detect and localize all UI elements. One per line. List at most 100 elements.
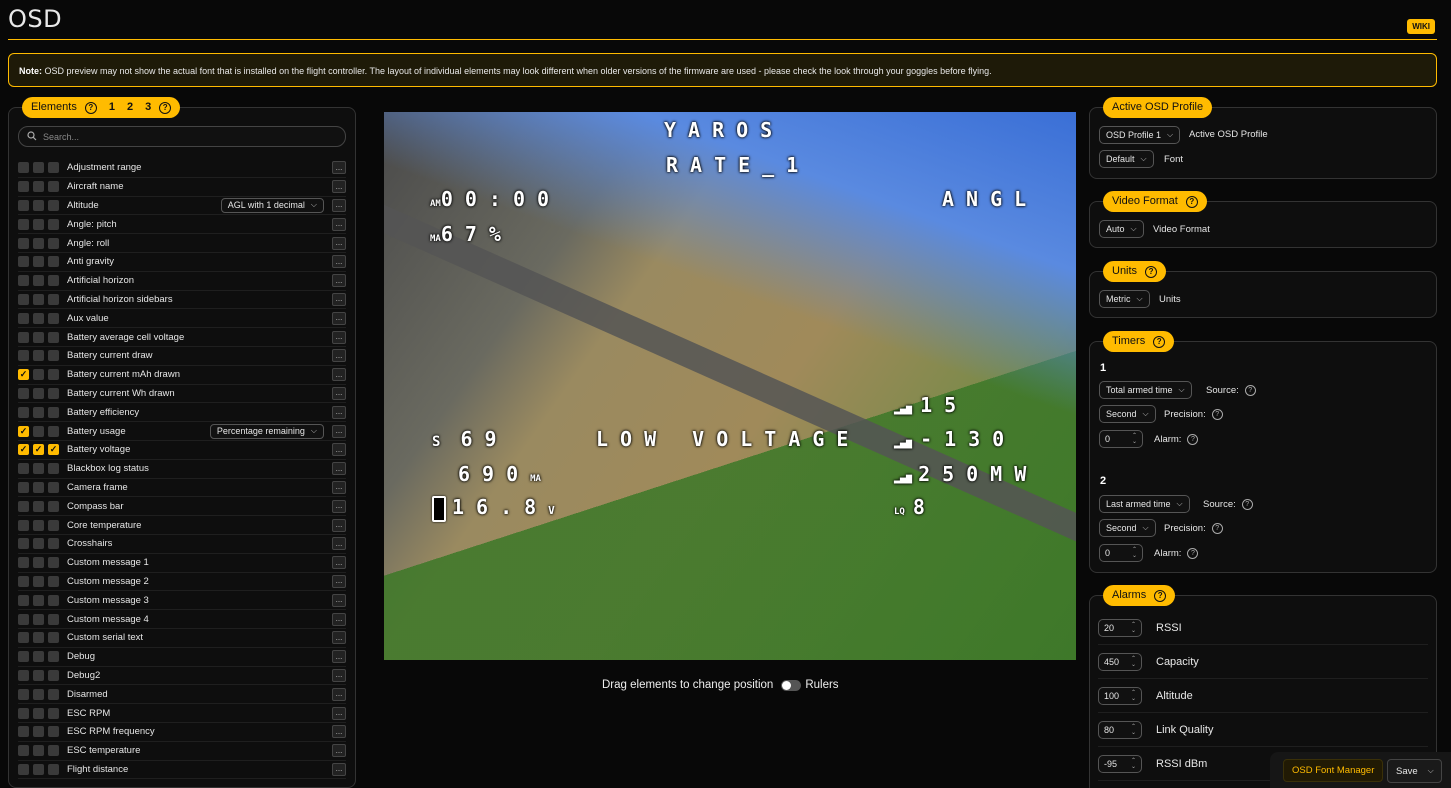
- profile-2-checkbox[interactable]: [33, 256, 44, 268]
- timer1-alarm-input[interactable]: 0 ⌃ ⌄: [1099, 430, 1143, 448]
- font-select[interactable]: Default ⌵: [1099, 150, 1154, 168]
- profile-3-checkbox[interactable]: [48, 162, 59, 174]
- element-options-button[interactable]: ...: [332, 405, 346, 419]
- profile-3-checkbox[interactable]: [48, 594, 59, 606]
- profile-2-checkbox[interactable]: [33, 481, 44, 493]
- osd-link-quality[interactable]: LQ 8: [894, 495, 937, 519]
- profile-2-checkbox[interactable]: [33, 651, 44, 663]
- profile-1-checkbox[interactable]: [18, 594, 29, 606]
- profile-3-checkbox[interactable]: [48, 613, 59, 625]
- timer1-precision-select[interactable]: Second ⌵: [1099, 405, 1156, 423]
- units-select[interactable]: Metric ⌵: [1099, 290, 1150, 308]
- profile-3-checkbox[interactable]: [48, 463, 59, 475]
- element-options-button[interactable]: ...: [332, 424, 346, 438]
- help-icon[interactable]: ?: [1244, 385, 1256, 396]
- profile-3-checkbox[interactable]: [48, 199, 59, 211]
- osd-vtx-power[interactable]: ▂▄▆ 250MW: [894, 462, 1038, 486]
- profile-2-checkbox[interactable]: [33, 500, 44, 512]
- profile-2-checkbox[interactable]: [33, 613, 44, 625]
- profile-2-checkbox[interactable]: [33, 406, 44, 418]
- element-options-button[interactable]: ...: [332, 480, 346, 494]
- profile-2-checkbox[interactable]: [33, 181, 44, 193]
- profile-1-checkbox[interactable]: [18, 669, 29, 681]
- element-options-button[interactable]: ...: [332, 368, 346, 382]
- profile-2-checkbox[interactable]: [33, 519, 44, 531]
- profile-1-checkbox[interactable]: [18, 350, 29, 362]
- alarm-input[interactable]: -95 ⌃ ⌄: [1098, 755, 1142, 773]
- rulers-toggle[interactable]: [781, 679, 802, 691]
- profile-3-checkbox[interactable]: [48, 256, 59, 268]
- spinner-icon[interactable]: ⌃ ⌄: [1131, 758, 1136, 770]
- profile-1-checkbox[interactable]: [18, 293, 29, 305]
- profile-tab-1[interactable]: 1: [109, 97, 115, 118]
- save-button[interactable]: Save ⌵: [1387, 759, 1442, 783]
- profile-select[interactable]: OSD Profile 1 ⌵: [1099, 126, 1181, 144]
- element-options-button[interactable]: ...: [332, 556, 346, 570]
- help-icon[interactable]: ?: [1154, 589, 1167, 602]
- element-options-button[interactable]: ...: [332, 762, 346, 776]
- profile-3-checkbox[interactable]: [48, 387, 59, 399]
- osd-craft-name[interactable]: YAROS: [664, 118, 784, 142]
- profile-1-checkbox[interactable]: [18, 406, 29, 418]
- element-options-button[interactable]: ...: [332, 706, 346, 720]
- element-options-button[interactable]: ...: [332, 593, 346, 607]
- osd-battery-voltage[interactable]: 16.8V: [432, 495, 555, 522]
- osd-rate-profile[interactable]: RATE_1: [666, 153, 810, 177]
- profile-3-checkbox[interactable]: [48, 218, 59, 230]
- profile-2-checkbox[interactable]: [33, 162, 44, 174]
- profile-2-checkbox[interactable]: [33, 237, 44, 249]
- profile-1-checkbox[interactable]: [18, 763, 29, 775]
- profile-3-checkbox[interactable]: [48, 669, 59, 681]
- element-options-button[interactable]: ...: [332, 650, 346, 664]
- profile-2-checkbox[interactable]: [33, 425, 44, 437]
- element-options-button[interactable]: ...: [332, 217, 346, 231]
- element-options-button[interactable]: ...: [332, 687, 346, 701]
- element-options-button[interactable]: ...: [332, 274, 346, 288]
- profile-2-checkbox[interactable]: [33, 218, 44, 230]
- help-icon[interactable]: ?: [1185, 195, 1198, 208]
- profile-3-checkbox[interactable]: [48, 557, 59, 569]
- profile-1-checkbox[interactable]: [18, 256, 29, 268]
- profile-1-checkbox[interactable]: [18, 707, 29, 719]
- element-options-button[interactable]: ...: [332, 462, 346, 476]
- profile-1-checkbox[interactable]: [18, 481, 29, 493]
- profile-2-checkbox[interactable]: [33, 763, 44, 775]
- profile-3-checkbox[interactable]: [48, 406, 59, 418]
- profile-3-checkbox[interactable]: [48, 651, 59, 663]
- profile-3-checkbox[interactable]: [48, 481, 59, 493]
- profile-1-checkbox[interactable]: [18, 162, 29, 174]
- osd-throttle[interactable]: S 69: [432, 427, 509, 451]
- alarm-input[interactable]: 100 ⌃ ⌄: [1098, 687, 1142, 705]
- profile-1-checkbox[interactable]: [18, 331, 29, 343]
- profile-3-checkbox[interactable]: [48, 538, 59, 550]
- profile-2-checkbox[interactable]: [33, 293, 44, 305]
- profile-1-checkbox[interactable]: ✓: [18, 425, 29, 437]
- profile-1-checkbox[interactable]: [18, 557, 29, 569]
- profile-3-checkbox[interactable]: [48, 632, 59, 644]
- help-icon[interactable]: ?: [1145, 265, 1158, 278]
- help-icon[interactable]: ?: [1241, 499, 1253, 510]
- profile-2-checkbox[interactable]: [33, 275, 44, 287]
- profile-2-checkbox[interactable]: ✓: [33, 444, 44, 456]
- help-icon[interactable]: ?: [1187, 434, 1199, 445]
- profile-3-checkbox[interactable]: [48, 519, 59, 531]
- profile-1-checkbox[interactable]: [18, 726, 29, 738]
- profile-2-checkbox[interactable]: [33, 331, 44, 343]
- alarm-input[interactable]: 20 ⌃ ⌄: [1098, 619, 1142, 637]
- profile-3-checkbox[interactable]: [48, 331, 59, 343]
- profile-2-checkbox[interactable]: [33, 594, 44, 606]
- profile-2-checkbox[interactable]: [33, 369, 44, 381]
- profile-2-checkbox[interactable]: [33, 463, 44, 475]
- element-variant-select[interactable]: Percentage remaining ⌵: [209, 423, 324, 439]
- profiles-help-icon[interactable]: ?: [159, 101, 172, 114]
- element-options-button[interactable]: ...: [332, 349, 346, 363]
- profile-2-checkbox[interactable]: [33, 350, 44, 362]
- wiki-button[interactable]: WIKI: [1407, 19, 1435, 34]
- profile-2-checkbox[interactable]: [33, 538, 44, 550]
- osd-mah-drawn[interactable]: 690MA: [458, 462, 541, 486]
- element-options-button[interactable]: ...: [332, 744, 346, 758]
- profile-2-checkbox[interactable]: [33, 726, 44, 738]
- timer1-source-select[interactable]: Total armed time ⌵: [1099, 381, 1192, 399]
- profile-3-checkbox[interactable]: [48, 688, 59, 700]
- element-options-button[interactable]: ...: [332, 631, 346, 645]
